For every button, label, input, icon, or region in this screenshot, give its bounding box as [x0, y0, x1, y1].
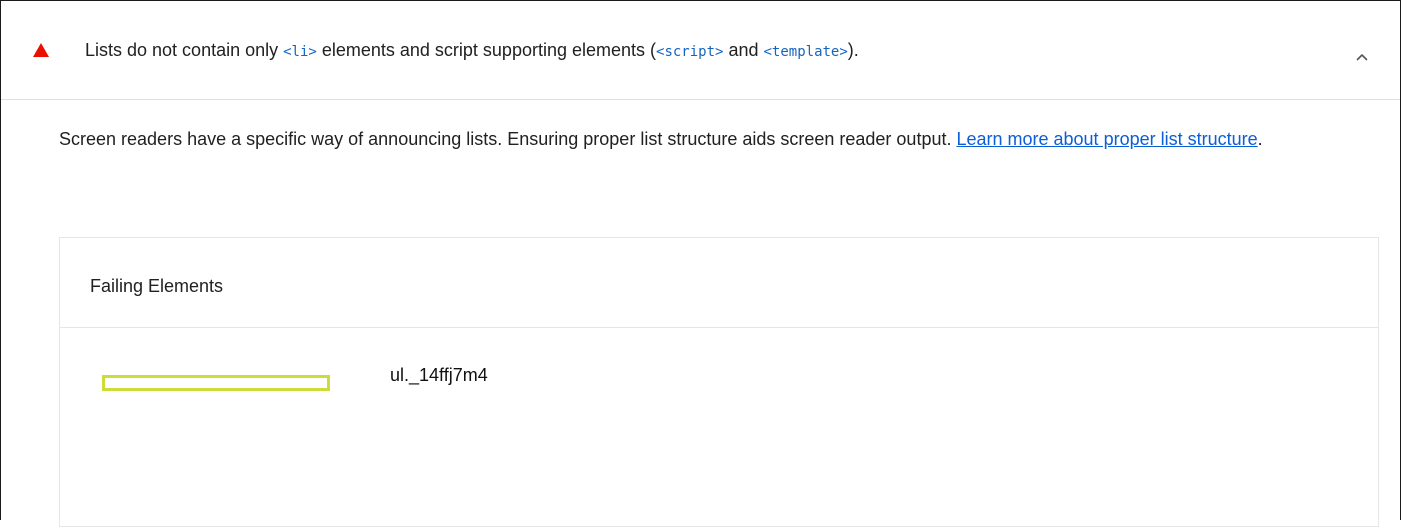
table-header: Failing Elements — [60, 238, 1378, 328]
description-text: Screen readers have a specific way of an… — [59, 129, 957, 149]
chevron-up-icon[interactable] — [1356, 51, 1368, 63]
title-text-4: ). — [847, 40, 859, 60]
code-template: <template> — [763, 44, 848, 60]
title-text-1: Lists do not contain only — [85, 40, 284, 60]
audit-card: Lists do not contain only <li> elements … — [0, 0, 1401, 527]
learn-more-link[interactable]: Learn more about proper list structure — [956, 129, 1257, 149]
element-selector: ul._14ffj7m4 — [390, 365, 488, 385]
description-suffix: . — [1257, 129, 1263, 149]
audit-title: Lists do not contain only <li> elements … — [85, 39, 859, 63]
failing-elements-table: Failing Elements ul._14ffj7m4 — [59, 237, 1379, 527]
audit-description: Screen readers have a specific way of an… — [59, 119, 1349, 160]
table-row: ul._14ffj7m4 — [60, 328, 1378, 528]
code-li: <li> — [283, 44, 317, 60]
code-script: <script> — [656, 44, 724, 60]
title-text-3: and — [723, 40, 764, 60]
table-heading: Failing Elements — [90, 276, 224, 296]
element-screenshot-thumbnail — [102, 375, 330, 391]
title-text-2: elements and script supporting elements … — [316, 40, 657, 60]
fail-triangle-icon — [33, 43, 49, 57]
audit-header[interactable]: Lists do not contain only <li> elements … — [1, 1, 1400, 100]
